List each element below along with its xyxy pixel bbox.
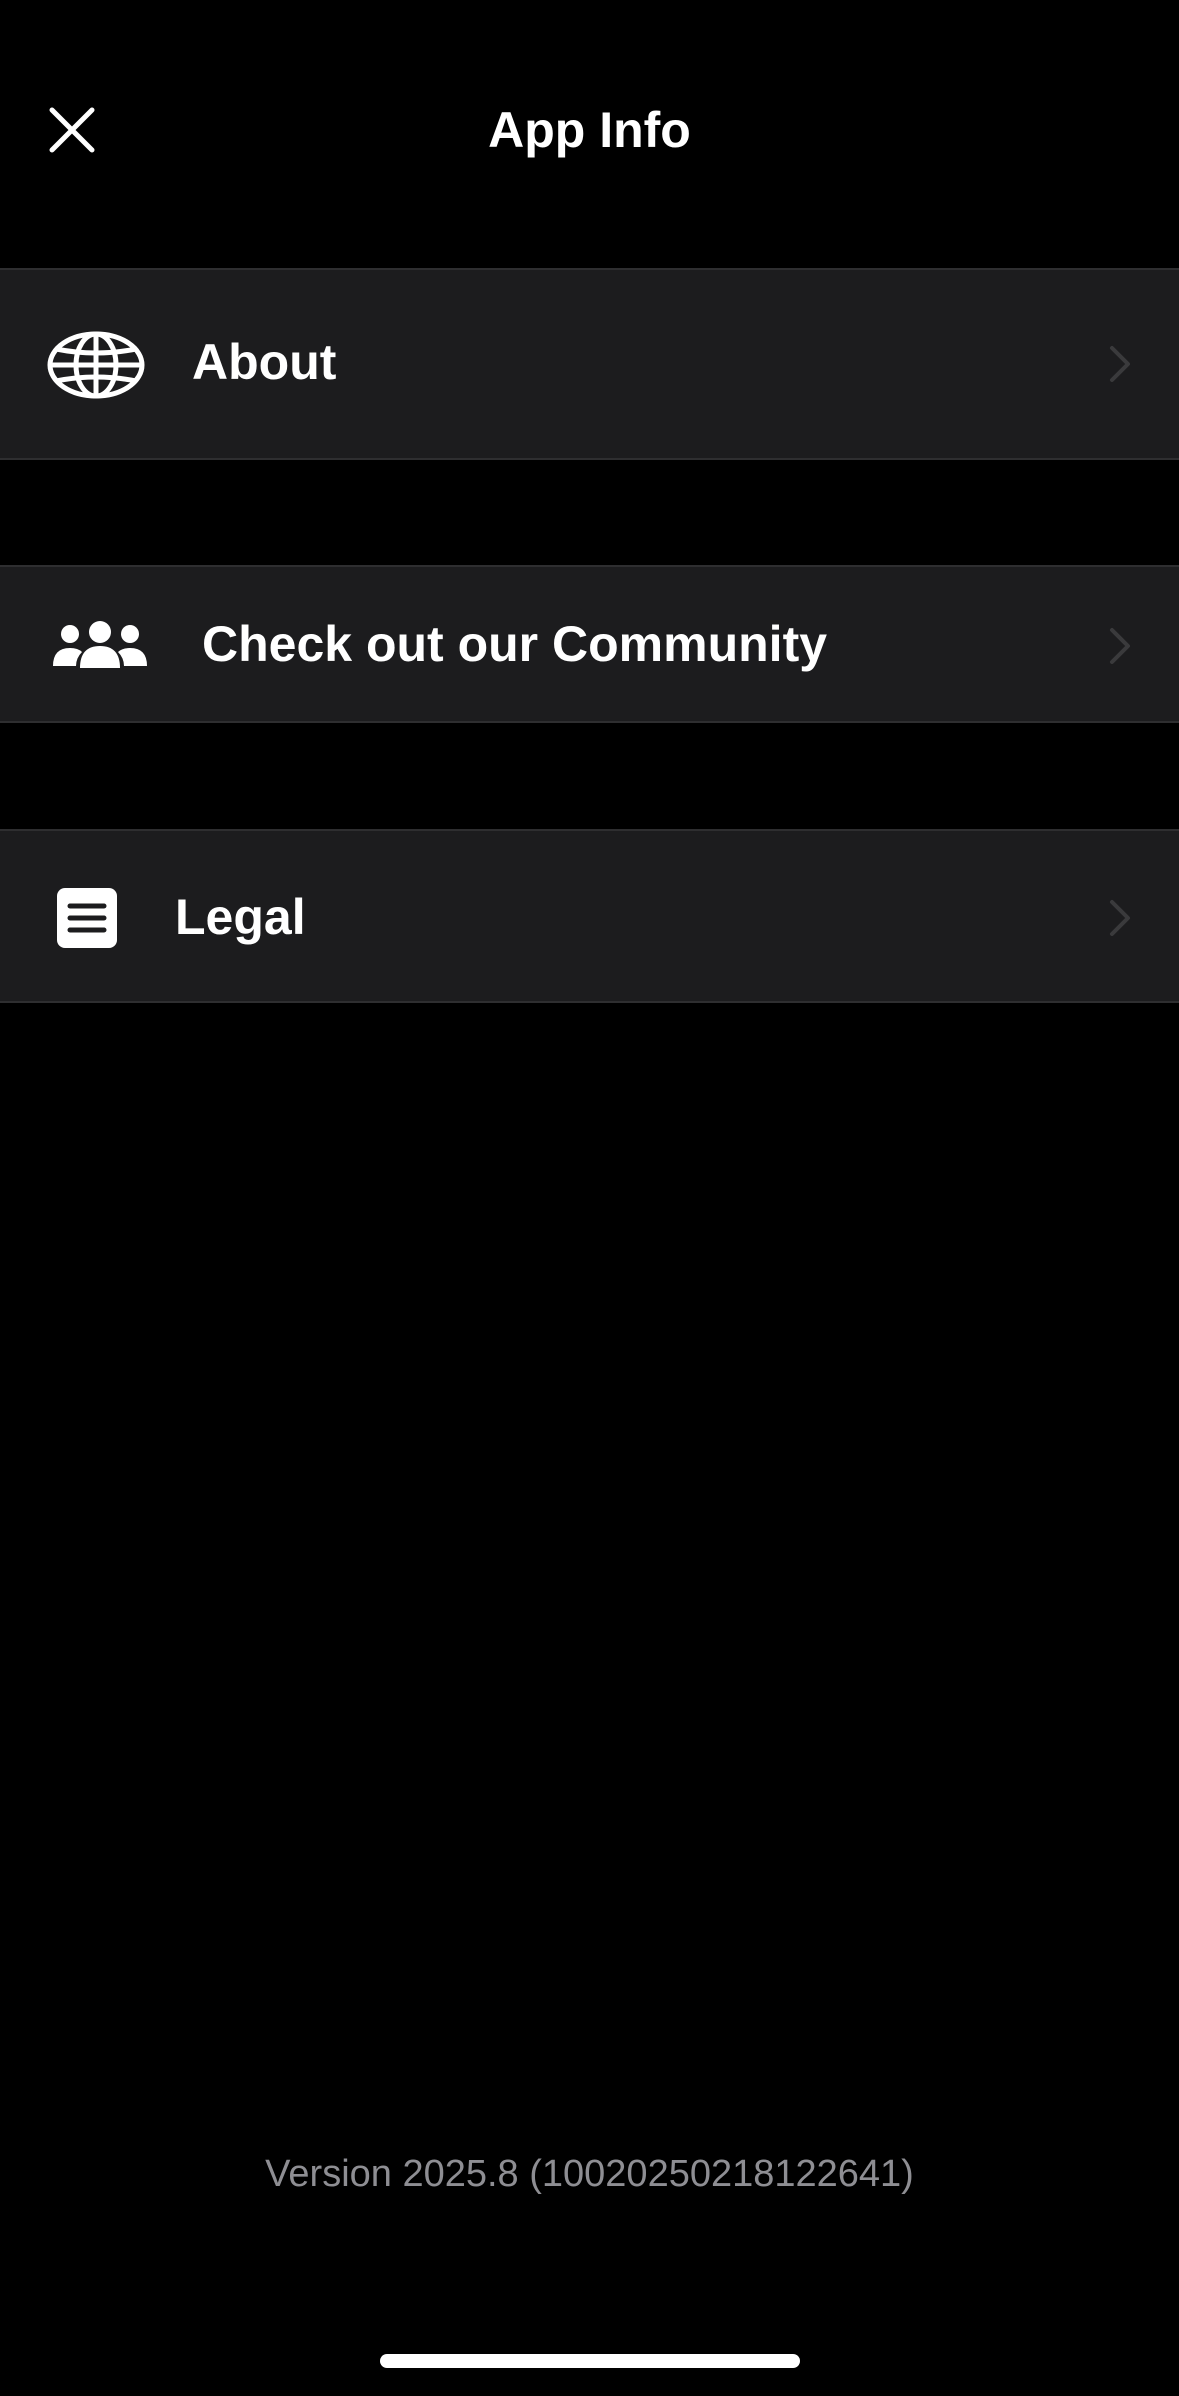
app-info-screen: App Info About Check out our Community L… xyxy=(0,0,1179,2396)
version-label: Version 2025.8 (10020250218122641) xyxy=(265,2153,914,2195)
globe-icon xyxy=(46,330,146,400)
chevron-right-icon xyxy=(1105,342,1135,386)
home-indicator[interactable] xyxy=(380,2354,800,2368)
page-title: App Info xyxy=(488,102,691,158)
document-icon xyxy=(56,887,118,949)
community-icon xyxy=(52,619,148,671)
menu-item-community[interactable]: Check out our Community xyxy=(0,565,1179,723)
menu-item-legal[interactable]: Legal xyxy=(0,829,1179,1003)
chevron-right-icon xyxy=(1105,896,1135,940)
menu-item-label: Legal xyxy=(175,889,306,945)
menu-item-label: Check out our Community xyxy=(202,616,828,672)
menu-item-about[interactable]: About xyxy=(0,268,1179,460)
chevron-right-icon xyxy=(1105,624,1135,668)
menu-item-label: About xyxy=(192,334,337,390)
header: App Info xyxy=(0,0,1179,268)
